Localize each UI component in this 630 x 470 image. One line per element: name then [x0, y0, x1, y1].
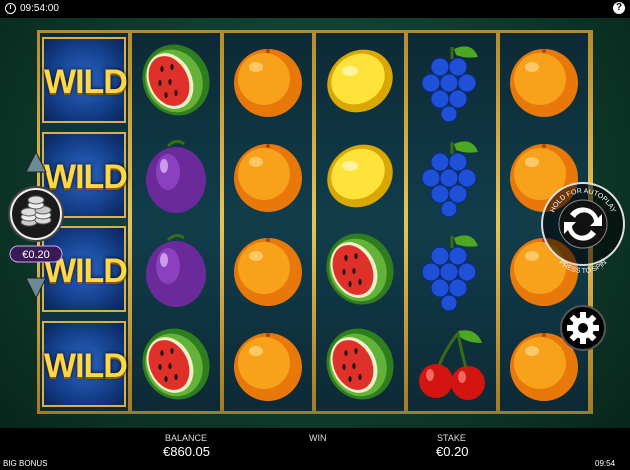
- symbol-orange: [224, 222, 312, 316]
- symbol-watermelon: [316, 222, 404, 316]
- symbol-orange: [500, 33, 588, 127]
- watermelon-icon: [142, 44, 210, 116]
- stake-up-arrow-icon: [25, 150, 47, 173]
- symbol-lemon: [316, 128, 404, 222]
- reel-2: [132, 33, 220, 411]
- symbol-watermelon: [132, 33, 220, 127]
- symbol-grapes: [408, 128, 496, 222]
- watermelon-icon: [142, 328, 210, 399]
- footer-clock: 09:54: [595, 459, 616, 468]
- help-icon[interactable]: ?: [613, 2, 625, 14]
- grapes-icon: [421, 46, 478, 123]
- watermelon-icon: [326, 328, 394, 399]
- gear-icon: [567, 312, 599, 344]
- symbol-plum: [132, 222, 220, 316]
- orange-icon: [234, 238, 302, 306]
- stake-value: €0.20: [436, 444, 469, 459]
- reel-3: [224, 33, 312, 411]
- win-label: WIN: [309, 433, 327, 443]
- symbol-orange: [224, 33, 312, 127]
- clock-icon: [5, 3, 16, 14]
- reel-4: [316, 33, 404, 411]
- symbol-grapes: [408, 33, 496, 127]
- lemon-icon: [327, 144, 393, 207]
- lemon-icon: [327, 49, 393, 113]
- wild-label: WILD: [44, 346, 128, 385]
- symbol-wild: WILD: [40, 33, 128, 127]
- symbol-cherries: [408, 317, 496, 411]
- stake-label: STAKE: [437, 433, 466, 443]
- symbol-orange: [224, 128, 312, 222]
- status-time: 09:54:00: [20, 3, 59, 14]
- cherries-icon: [419, 329, 485, 400]
- symbol-lemon: [316, 33, 404, 127]
- orange-icon: [234, 49, 302, 117]
- reel-grid: WILD WILD WILD WILD: [37, 30, 593, 414]
- stake-selector[interactable]: €0.20: [7, 150, 65, 300]
- balance-value: €860.05: [163, 444, 210, 459]
- watermelon-icon: [326, 233, 394, 305]
- symbol-grapes: [408, 222, 496, 316]
- orange-icon: [510, 49, 578, 117]
- footer-bar: BALANCE €860.05 WIN STAKE €0.20 BIG BONU…: [0, 428, 630, 470]
- stake-widget-value: €0.20: [22, 249, 50, 261]
- settings-button[interactable]: [560, 305, 606, 351]
- wild-label: WILD: [44, 63, 128, 101]
- symbol-orange: [224, 317, 312, 411]
- stake-down-arrow-icon: [25, 277, 47, 300]
- grapes-icon: [421, 235, 478, 312]
- grapes-icon: [421, 140, 478, 217]
- symbol-watermelon: [132, 317, 220, 411]
- plum-icon: [146, 233, 206, 307]
- reel-5: [408, 33, 496, 411]
- orange-icon: [234, 332, 302, 401]
- symbol-watermelon: [316, 317, 404, 411]
- symbol-plum: [132, 128, 220, 222]
- plum-icon: [146, 139, 206, 213]
- game-name: BIG BONUS: [3, 459, 48, 468]
- balance-label: BALANCE: [165, 433, 208, 443]
- status-bar: 09:54:00 ?: [0, 0, 630, 18]
- symbol-wild: WILD: [40, 317, 128, 411]
- spin-button[interactable]: HOLD FOR AUTOPLAY PRESS TO SPIN: [540, 170, 626, 278]
- orange-icon: [234, 143, 302, 212]
